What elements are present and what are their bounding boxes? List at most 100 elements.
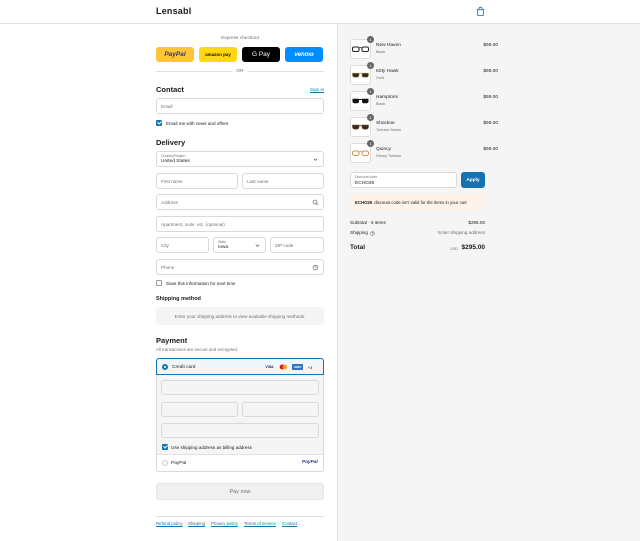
quantity-badge: 1 (367, 114, 374, 121)
google-pay-button[interactable]: G Pay (242, 47, 280, 62)
zip-placeholder: ZIP code (275, 243, 294, 248)
credit-card-option[interactable]: Credit card VISA AMEX +3 (156, 358, 324, 375)
billing-checkbox-label: Use shipping address as billing address (171, 444, 252, 450)
paypal-logo: PayPal (302, 459, 318, 465)
error-code: ECHO25 (355, 199, 373, 205)
contact-link[interactable]: Contact (282, 521, 297, 526)
footer-divider (156, 516, 324, 517)
payment-subtitle: All transactions are secure and encrypte… (156, 347, 239, 352)
brand-logo[interactable]: Lensabl (156, 6, 191, 16)
email-field[interactable]: Email (156, 98, 324, 114)
total-label: Total (350, 244, 366, 251)
news-checkbox-label: Email me with news and offers (166, 120, 229, 126)
quantity-badge: 1 (367, 140, 374, 147)
chevron-down-icon (313, 158, 318, 161)
divider-line (156, 70, 233, 72)
currency-code: USD (450, 246, 458, 251)
phone-field[interactable]: Phone (156, 259, 324, 275)
venmo-button[interactable]: venmo (285, 47, 323, 62)
paypal-express-button[interactable]: PayPal (156, 47, 194, 62)
state-value: Iowa (218, 245, 229, 250)
line-item: 1 Shockoe Tortoise Brown $59.00 (350, 114, 498, 137)
contact-title: Contact (156, 85, 184, 94)
last-name-field[interactable]: Last name (242, 173, 324, 189)
credit-card-radio[interactable] (162, 364, 168, 370)
shipping-link[interactable]: Shipping (188, 521, 205, 526)
line-item: 1 Quincy Honey Tortoise $59.00 (350, 140, 498, 163)
sign-in-link[interactable]: Sign in (310, 87, 324, 92)
terms-of-service-link[interactable]: Terms of service (244, 521, 276, 526)
card-name-field[interactable] (161, 423, 319, 438)
page-header: Lensabl (0, 0, 640, 24)
item-price: $59.00 (483, 147, 498, 152)
amazon-pay-button[interactable]: amazon pay (199, 47, 237, 62)
total-row: Total USD $295.00 (350, 244, 485, 253)
help-circle-icon[interactable] (370, 230, 375, 236)
city-placeholder: City (161, 243, 169, 248)
news-checkbox[interactable] (156, 120, 162, 126)
city-field[interactable]: City (156, 237, 209, 253)
line-item: 1 New Haven Black $59.00 (350, 36, 498, 59)
amex-icon: AMEX (292, 364, 303, 370)
glasses-icon (352, 98, 369, 104)
item-variant: Black (376, 50, 386, 54)
first-name-field[interactable]: First name (156, 173, 238, 189)
apply-discount-button[interactable]: Apply (461, 172, 485, 188)
express-checkout-title: Express checkout (221, 36, 259, 41)
pay-now-label: Pay now (229, 488, 251, 495)
item-variant: Honey Tortoise (376, 154, 402, 158)
refund-policy-link[interactable]: Refund policy (156, 521, 183, 526)
item-price: $59.00 (483, 69, 498, 74)
payment-title: Payment (156, 336, 188, 345)
glasses-icon (352, 150, 369, 156)
card-security-code-field[interactable] (242, 402, 319, 417)
item-variant: Tortoise Brown (376, 128, 402, 132)
shopping-bag-icon[interactable] (475, 6, 486, 17)
privacy-policy-link[interactable]: Privacy policy (211, 521, 238, 526)
item-price: $59.00 (483, 43, 498, 48)
country-select[interactable]: Country/Region United States (156, 151, 324, 167)
apply-label: Apply (466, 177, 480, 183)
visa-icon: VISA (265, 365, 274, 369)
or-text: OR (236, 68, 244, 74)
quantity-badge: 1 (367, 36, 374, 43)
help-circle-icon[interactable] (312, 264, 319, 271)
item-variant: Black (376, 102, 386, 106)
line-item: 1 Kitty Hawk Gold $59.00 (350, 62, 498, 85)
total-value: $295.00 (461, 244, 486, 251)
item-name: Hamptons (376, 95, 398, 100)
last-name-placeholder: Last name (247, 179, 269, 184)
address-field[interactable]: Address (156, 194, 324, 210)
shipping-row: Shipping Enter shipping address (350, 230, 485, 236)
shipping-label: Shipping (350, 230, 368, 235)
apartment-field[interactable]: Apartment, suite, etc. (optional) (156, 216, 324, 232)
quantity-badge: 1 (367, 62, 374, 69)
pay-now-button[interactable]: Pay now (156, 483, 324, 500)
glasses-icon (352, 124, 369, 130)
paypal-radio[interactable] (162, 460, 168, 466)
billing-checkbox[interactable] (162, 444, 168, 450)
shipping-method-message: Enter your shipping address to view avai… (156, 307, 324, 325)
quantity-badge: 1 (367, 88, 374, 95)
card-number-field[interactable] (161, 380, 319, 395)
shipping-value: Enter shipping address (438, 230, 485, 235)
amazon-pay-button-label: amazon pay (205, 52, 231, 57)
or-divider: OR (156, 68, 325, 74)
discount-code-field[interactable]: Discount code ECHO25 (350, 172, 457, 188)
error-text: discount code isn't valid for the items … (374, 199, 467, 205)
google-pay-button-label: G Pay (251, 51, 271, 58)
order-summary: 1 New Haven Black $59.00 1 Kitty Hawk Go… (337, 24, 640, 541)
chevron-down-icon (255, 244, 260, 247)
item-name: New Haven (376, 43, 401, 48)
state-select[interactable]: State Iowa (213, 237, 266, 253)
delivery-title: Delivery (156, 138, 186, 147)
save-info-checkbox[interactable] (156, 280, 162, 286)
paypal-button-label: PayPal (164, 51, 186, 58)
card-expiry-field[interactable] (161, 402, 238, 417)
card-details-area: Use shipping address as billing address (157, 375, 323, 455)
venmo-button-label: venmo (294, 51, 314, 58)
item-name: Quincy (376, 147, 391, 152)
zip-field[interactable]: ZIP code (270, 237, 324, 253)
search-icon (312, 199, 319, 206)
apartment-placeholder: Apartment, suite, etc. (optional) (161, 222, 225, 227)
